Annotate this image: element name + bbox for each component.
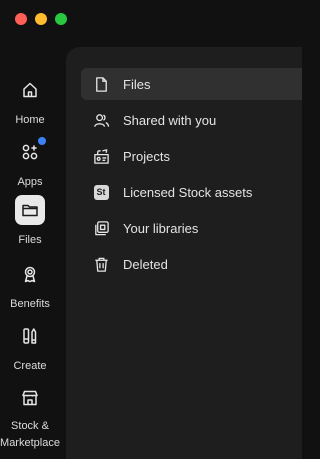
libraries-icon — [92, 219, 110, 237]
home-icon — [15, 75, 45, 105]
rail-label-home: Home — [15, 114, 45, 126]
rail-item-apps[interactable]: Apps — [0, 137, 60, 191]
ribbon-icon — [15, 259, 45, 289]
rail-item-home[interactable]: Home — [0, 75, 60, 129]
rail-label-benefits: Benefits — [10, 298, 50, 310]
left-rail: Home Apps Files Benefits Create Stock & … — [0, 40, 62, 459]
file-icon — [92, 75, 110, 93]
zoom-window-button[interactable] — [55, 13, 67, 25]
minimize-window-button[interactable] — [35, 13, 47, 25]
menu-label-shared-with-you: Shared with you — [123, 112, 217, 128]
stock-icon-text: St — [93, 184, 109, 200]
menu-item-deleted[interactable]: Deleted — [81, 248, 302, 280]
title-bar — [0, 0, 302, 40]
rail-item-create[interactable]: Create — [0, 321, 60, 375]
menu-item-licensed-stock-assets[interactable]: St Licensed Stock assets — [81, 176, 302, 208]
trash-icon — [92, 255, 110, 273]
people-icon — [92, 111, 110, 129]
menu-item-your-libraries[interactable]: Your libraries — [81, 212, 302, 244]
close-window-button[interactable] — [15, 13, 27, 25]
rail-label-files: Files — [18, 234, 42, 246]
rail-item-files[interactable]: Files — [0, 195, 60, 249]
rail-item-stock-marketplace[interactable]: Stock & Marketplace — [0, 383, 60, 452]
stock-icon: St — [92, 183, 110, 201]
menu-label-your-libraries: Your libraries — [123, 220, 199, 236]
create-icon — [15, 321, 45, 351]
menu-label-files: Files — [123, 76, 151, 92]
menu-label-licensed-stock-assets: Licensed Stock assets — [123, 184, 253, 200]
rail-label-apps: Apps — [17, 176, 43, 188]
menu-item-shared-with-you[interactable]: Shared with you — [81, 104, 302, 136]
folder-icon — [15, 195, 45, 225]
menu-label-deleted: Deleted — [123, 256, 168, 272]
menu-item-projects[interactable]: Projects — [81, 140, 302, 172]
rail-label-stock-marketplace: Stock & Marketplace — [0, 420, 60, 449]
notification-badge — [38, 137, 46, 145]
menu-item-files[interactable]: Files — [81, 68, 302, 100]
apps-icon — [15, 137, 46, 167]
rail-label-create: Create — [13, 360, 47, 372]
files-panel: Files Shared with you Projects St Licens… — [66, 47, 302, 459]
projects-icon — [92, 147, 110, 165]
storefront-icon — [15, 383, 45, 413]
menu-label-projects: Projects — [123, 148, 170, 164]
rail-item-benefits[interactable]: Benefits — [0, 259, 60, 313]
